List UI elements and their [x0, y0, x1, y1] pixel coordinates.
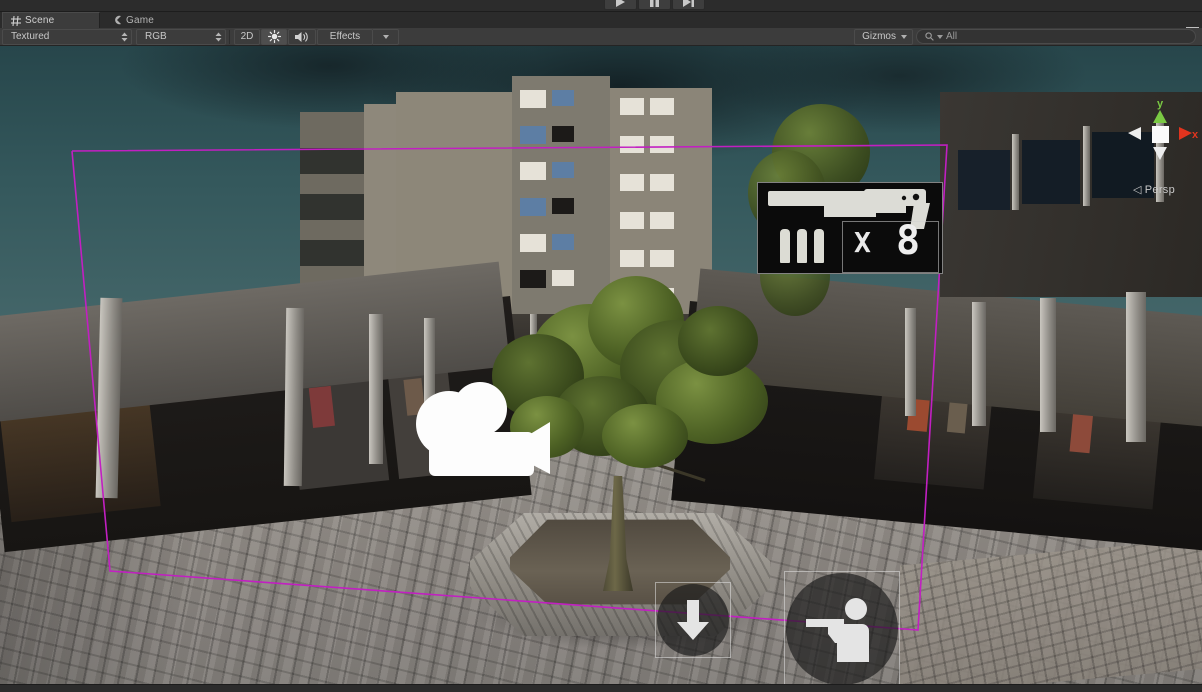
- ammo-multiplier: X: [854, 226, 871, 259]
- status-bar: [0, 684, 1202, 692]
- scene-viewport[interactable]: X 8 y x ◁ Persp: [0, 46, 1202, 684]
- effects-dropdown-arrow[interactable]: [373, 28, 399, 45]
- tab-game-label: Game: [126, 14, 155, 26]
- playback-toolbar: [0, 0, 1202, 12]
- right-pillar-3: [1126, 292, 1146, 442]
- chevron-down-icon: [382, 34, 389, 39]
- bullet-icon: [797, 229, 807, 263]
- projection-prefix-icon: ◁: [1133, 184, 1142, 196]
- speaker-icon: [295, 31, 308, 42]
- shoot-button-frame: [784, 571, 900, 684]
- axis-x-label: x: [1192, 129, 1198, 141]
- axis-center-cube: [1152, 126, 1169, 143]
- pause-button[interactable]: [638, 0, 671, 10]
- updown-arrows-icon: [215, 32, 222, 41]
- projection-label: Persp: [1144, 183, 1176, 196]
- axis-negx-cone: [1128, 127, 1141, 140]
- tab-scene[interactable]: Scene: [2, 12, 100, 28]
- axis-y-cone: [1153, 110, 1167, 123]
- ammo-count: 8: [896, 218, 921, 264]
- play-button[interactable]: [604, 0, 637, 10]
- render-mode-value: RGB: [145, 31, 167, 42]
- toolbar-right-group: Gizmos All: [854, 28, 1202, 45]
- scene-search-input[interactable]: All: [916, 29, 1196, 44]
- search-icon: [925, 32, 934, 41]
- draw-mode-value: Textured: [11, 31, 50, 42]
- bullet-icon: [814, 229, 824, 263]
- gizmos-dropdown[interactable]: Gizmos: [854, 28, 913, 45]
- right-pillar-1: [972, 302, 986, 426]
- hud-weapon-panel: X 8: [757, 182, 943, 274]
- scene-axis-gizmo[interactable]: y x: [1122, 98, 1199, 178]
- toggle-2d-button[interactable]: 2D: [234, 28, 260, 45]
- projection-mode-toggle[interactable]: ◁ Persp: [1133, 183, 1176, 197]
- view-tab-bar: Scene Game: [0, 12, 1202, 35]
- chevron-down-icon: [901, 34, 907, 39]
- crouch-button-frame: [655, 582, 731, 658]
- left-pillar-3: [369, 314, 383, 464]
- tab-scene-label: Scene: [25, 15, 55, 26]
- ammo-bullets: [780, 229, 824, 263]
- gizmos-label: Gizmos: [862, 31, 896, 42]
- play-icon: [616, 0, 625, 7]
- grid-icon: [11, 15, 21, 26]
- axis-negy-cone: [1153, 147, 1167, 160]
- axis-x-cone: [1179, 127, 1192, 140]
- toggle-audio-button[interactable]: [288, 28, 316, 45]
- toolbar-separator: [229, 29, 230, 44]
- draw-mode-dropdown[interactable]: Textured: [2, 28, 132, 45]
- camera-gizmo-icon[interactable]: [407, 382, 552, 482]
- sun-icon: [267, 30, 281, 43]
- gamepad-icon: [115, 15, 121, 25]
- playback-controls: [604, 0, 705, 10]
- left-pillar-2: [283, 307, 305, 487]
- updown-arrows-icon: [121, 32, 128, 41]
- search-value: All: [946, 31, 958, 42]
- scene-view-toolbar: Textured RGB 2D Effects Gizmos All: [0, 28, 1202, 46]
- unity-scene-view-window: Scene Game Textured RGB 2D Effects Gizmo…: [0, 0, 1202, 692]
- right-pillar-4: [905, 308, 916, 416]
- toggle-lighting-button[interactable]: [261, 28, 287, 45]
- step-button[interactable]: [672, 0, 705, 10]
- step-icon: [683, 0, 694, 7]
- toggle-2d-label: 2D: [240, 31, 254, 42]
- effects-button[interactable]: Effects: [317, 28, 373, 45]
- right-pillar-2: [1040, 298, 1056, 432]
- effects-label: Effects: [329, 31, 361, 42]
- search-filter-caret-icon: [937, 34, 943, 39]
- bullet-icon: [780, 229, 790, 263]
- pause-icon: [650, 0, 659, 7]
- axis-y-label: y: [1157, 98, 1164, 110]
- render-mode-dropdown[interactable]: RGB: [136, 28, 226, 45]
- tab-game[interactable]: Game: [104, 12, 184, 28]
